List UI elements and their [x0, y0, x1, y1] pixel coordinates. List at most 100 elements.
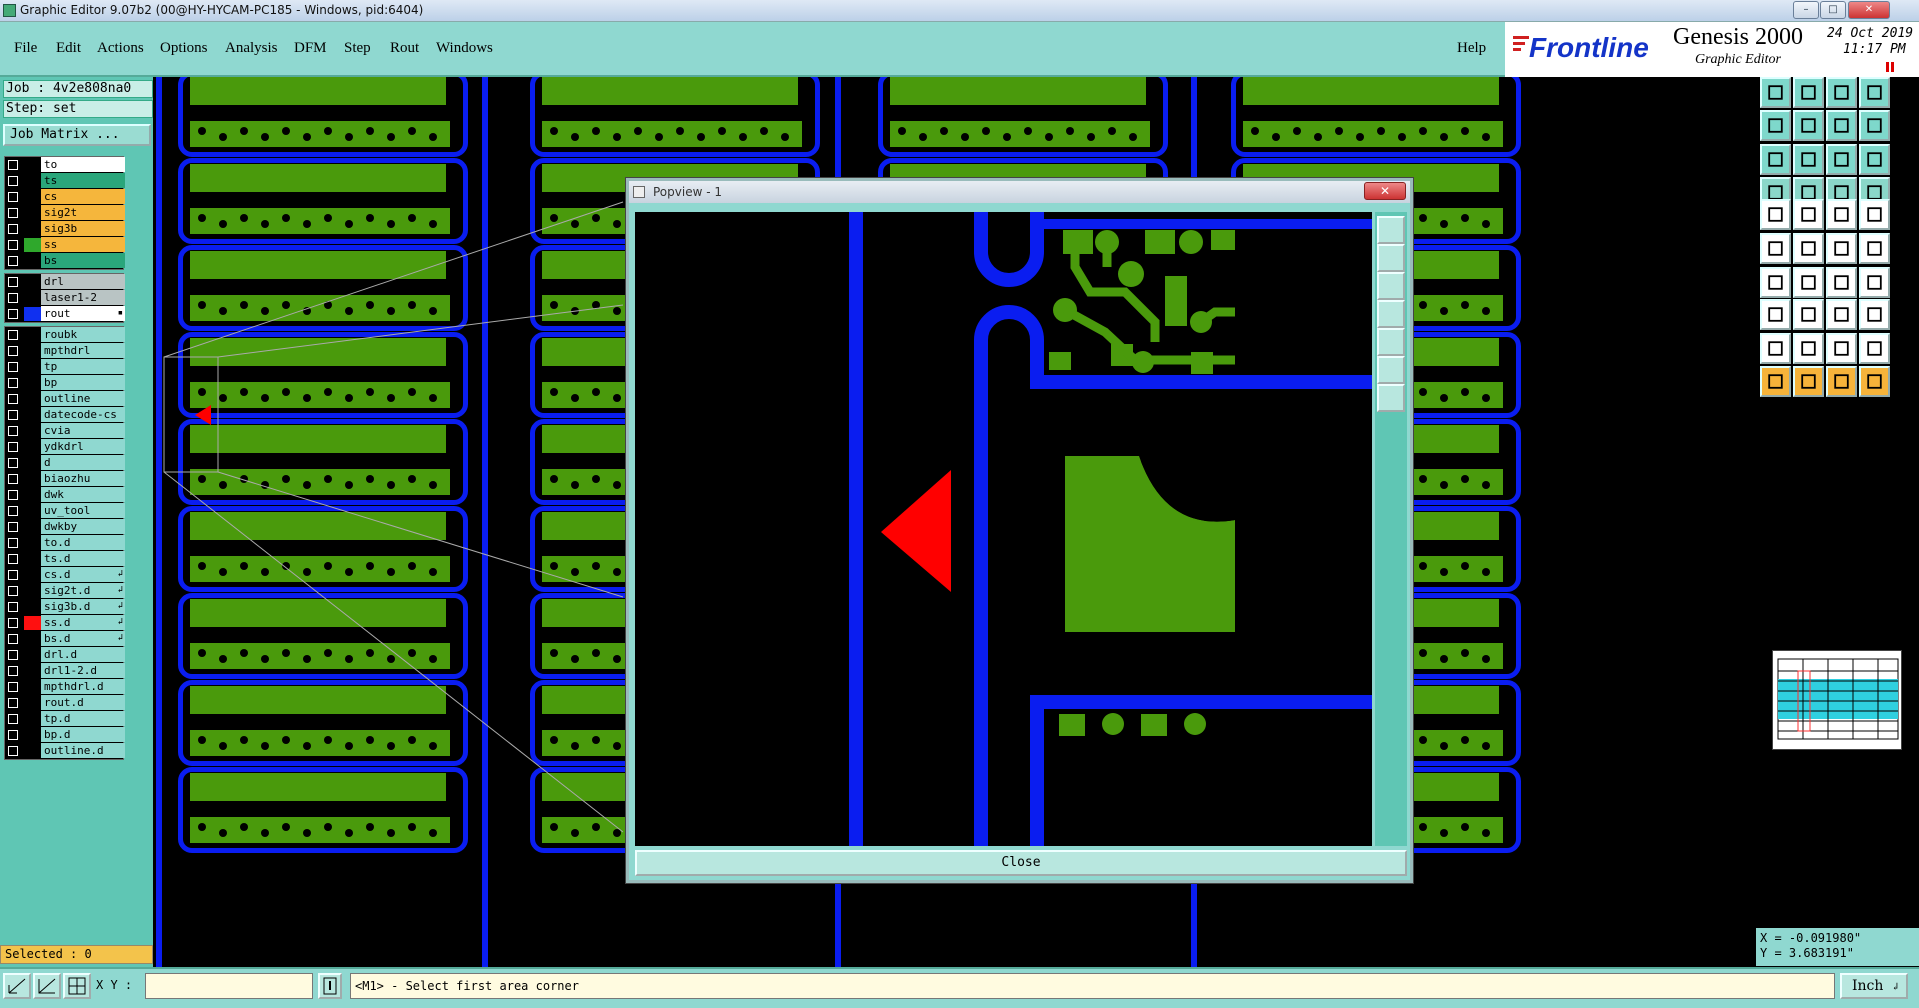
layer-color-swatch[interactable] — [24, 552, 42, 566]
maximize-button[interactable]: □ — [1820, 1, 1846, 19]
layer-name[interactable]: uv_tool — [41, 503, 125, 518]
layer-name[interactable]: dwk — [41, 487, 125, 502]
layer-color-swatch[interactable] — [24, 158, 42, 172]
layer-row[interactable]: tp.d — [5, 711, 125, 727]
layer-checkbox[interactable] — [8, 698, 18, 708]
layer-color-swatch[interactable] — [24, 254, 42, 268]
layer-color-swatch[interactable] — [24, 307, 42, 321]
close-window-button[interactable]: ✕ — [1848, 1, 1890, 19]
layer-checkbox[interactable] — [8, 394, 18, 404]
layer-name[interactable]: rout ▪ — [41, 306, 125, 321]
menu-options[interactable]: Options — [160, 40, 208, 57]
layer-name[interactable]: cs — [41, 189, 125, 204]
mountain-icon[interactable] — [1793, 333, 1824, 364]
layer-checkbox[interactable] — [8, 176, 18, 186]
layer-row[interactable]: datecode-cs — [5, 407, 125, 423]
layer-color-swatch[interactable] — [24, 328, 42, 342]
undo-icon[interactable] — [1760, 110, 1791, 141]
line-icon[interactable] — [1760, 267, 1791, 298]
layer-name[interactable]: sig2t.d ↲ — [41, 583, 125, 598]
layer-color-swatch[interactable] — [24, 600, 42, 614]
layer-checkbox[interactable] — [8, 346, 18, 356]
layer-name[interactable]: ts.d — [41, 551, 125, 566]
layer-name[interactable]: outline.d — [41, 743, 125, 758]
layer-row[interactable]: outline — [5, 391, 125, 407]
layer-name[interactable]: roubk — [41, 327, 125, 342]
layer-row[interactable]: bs.d ↲ — [5, 631, 125, 647]
layer-color-swatch[interactable] — [24, 664, 42, 678]
layer-name[interactable]: bs — [41, 253, 125, 268]
layer-checkbox[interactable] — [8, 362, 18, 372]
menu-analysis[interactable]: Analysis — [225, 40, 278, 57]
menu-actions[interactable]: Actions — [97, 40, 144, 57]
layer-row[interactable]: bs — [5, 253, 125, 269]
popview-close-button[interactable]: ✕ — [1364, 182, 1406, 200]
layer-checkbox[interactable] — [8, 474, 18, 484]
layer-color-swatch[interactable] — [24, 360, 42, 374]
route-icon[interactable] — [1859, 233, 1890, 264]
layer-color-swatch[interactable] — [24, 488, 42, 502]
layer-color-swatch[interactable] — [24, 616, 42, 630]
triangle-icon[interactable] — [1760, 333, 1791, 364]
connect-icon[interactable] — [1760, 233, 1791, 264]
select-pad-icon[interactable] — [1760, 199, 1791, 230]
step-icon[interactable] — [1859, 110, 1890, 141]
layer-row[interactable]: roubk — [5, 327, 125, 343]
layer-checkbox[interactable] — [8, 538, 18, 548]
open-icon[interactable] — [1760, 77, 1791, 108]
info-icon[interactable] — [318, 973, 342, 999]
popview-close-bottom-button[interactable]: Close — [635, 850, 1407, 876]
layer-checkbox[interactable] — [8, 490, 18, 500]
measure-box-icon[interactable] — [1826, 299, 1857, 330]
layer-row[interactable]: mpthdrl.d — [5, 679, 125, 695]
layer-name[interactable]: d — [41, 455, 125, 470]
fork-icon[interactable] — [1859, 267, 1890, 298]
layer-checkbox[interactable] — [8, 309, 18, 319]
layer-color-swatch[interactable] — [24, 238, 42, 252]
menu-windows[interactable]: Windows — [436, 40, 493, 57]
layer-name[interactable]: biaozhu — [41, 471, 125, 486]
layer-color-swatch[interactable] — [24, 504, 42, 518]
cross-icon[interactable] — [1793, 233, 1824, 264]
snap-pad-icon[interactable] — [1859, 199, 1890, 230]
layer-row[interactable]: bp.d — [5, 727, 125, 743]
layer-name[interactable]: tp — [41, 359, 125, 374]
layer-row[interactable]: sig2t — [5, 205, 125, 221]
popview-zoom-in-icon[interactable] — [1377, 244, 1405, 272]
layer-row[interactable]: sig2t.d ↲ — [5, 583, 125, 599]
layer-row[interactable]: uv_tool — [5, 503, 125, 519]
layer-checkbox[interactable] — [8, 330, 18, 340]
layer-checkbox[interactable] — [8, 256, 18, 266]
layer-checkbox[interactable] — [8, 160, 18, 170]
layer-name[interactable]: tp.d — [41, 711, 125, 726]
layer-name[interactable]: to.d — [41, 535, 125, 550]
layer-name[interactable]: bs.d ↲ — [41, 631, 125, 646]
popview-canvas[interactable] — [635, 212, 1372, 846]
layer-name[interactable]: drl — [41, 274, 125, 289]
layer-checkbox[interactable] — [8, 208, 18, 218]
layer-row[interactable]: to.d — [5, 535, 125, 551]
layer-row[interactable]: to — [5, 157, 125, 173]
xy-input[interactable] — [145, 973, 313, 999]
menu-dfm[interactable]: DFM — [294, 40, 327, 57]
layer-name[interactable]: cs.d ↲ — [41, 567, 125, 582]
layer-name[interactable]: sig2t — [41, 205, 125, 220]
layer-color-swatch[interactable] — [24, 424, 42, 438]
layer-name[interactable]: sig3b.d ↲ — [41, 599, 125, 614]
layer-color-swatch[interactable] — [24, 536, 42, 550]
layer-checkbox[interactable] — [8, 714, 18, 724]
peak-icon[interactable] — [1859, 333, 1890, 364]
ruler-icon[interactable] — [1826, 199, 1857, 230]
fit-icon[interactable] — [1760, 144, 1791, 175]
group-icon[interactable] — [1859, 299, 1890, 330]
layer-name[interactable]: ss.d ↲ — [41, 615, 125, 630]
layer-checkbox[interactable] — [8, 746, 18, 756]
layer-checkbox[interactable] — [8, 442, 18, 452]
layer-row[interactable]: sig3b.d ↲ — [5, 599, 125, 615]
layer-color-swatch[interactable] — [24, 632, 42, 646]
layer-name[interactable]: rout.d — [41, 695, 125, 710]
layer-row[interactable]: drl.d — [5, 647, 125, 663]
layer-row[interactable]: drl1-2.d — [5, 663, 125, 679]
minimize-button[interactable]: – — [1793, 1, 1819, 19]
layer-checkbox[interactable] — [8, 458, 18, 468]
